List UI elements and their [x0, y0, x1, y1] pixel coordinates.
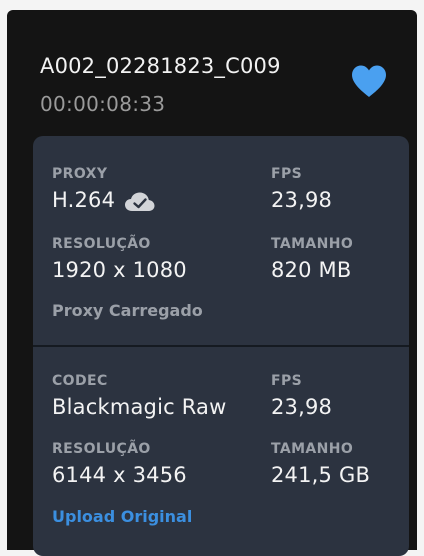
original-size-value: 241,5 GB [271, 463, 371, 487]
proxy-label: PROXY [52, 166, 108, 182]
original-size-label: TAMANHO [271, 441, 354, 457]
original-resolution-value: 6144 x 3456 [52, 463, 187, 487]
clip-timecode: 00:00:08:33 [40, 92, 166, 116]
codec-label: CODEC [52, 373, 108, 389]
proxy-size-label: TAMANHO [271, 236, 354, 252]
proxy-resolution-value: 1920 x 1080 [52, 258, 187, 282]
original-fps-value: 23,98 [271, 395, 333, 419]
proxy-fps-label: FPS [271, 166, 303, 182]
proxy-resolution-label: RESOLUÇÃO [52, 236, 151, 252]
original-fps-label: FPS [271, 373, 303, 389]
cloud-check-icon [125, 192, 155, 211]
proxy-fps-value: 23,98 [271, 188, 333, 212]
section-divider [33, 345, 409, 347]
original-resolution-label: RESOLUÇÃO [52, 441, 151, 457]
upload-original-link[interactable]: Upload Original [52, 507, 192, 526]
proxy-status: Proxy Carregado [52, 301, 203, 320]
clip-name: A002_02281823_C009 [40, 54, 281, 78]
codec-value: Blackmagic Raw [52, 395, 227, 419]
proxy-size-value: 820 MB [271, 258, 352, 282]
proxy-codec-value: H.264 [52, 188, 116, 212]
heart-icon[interactable] [350, 64, 388, 98]
